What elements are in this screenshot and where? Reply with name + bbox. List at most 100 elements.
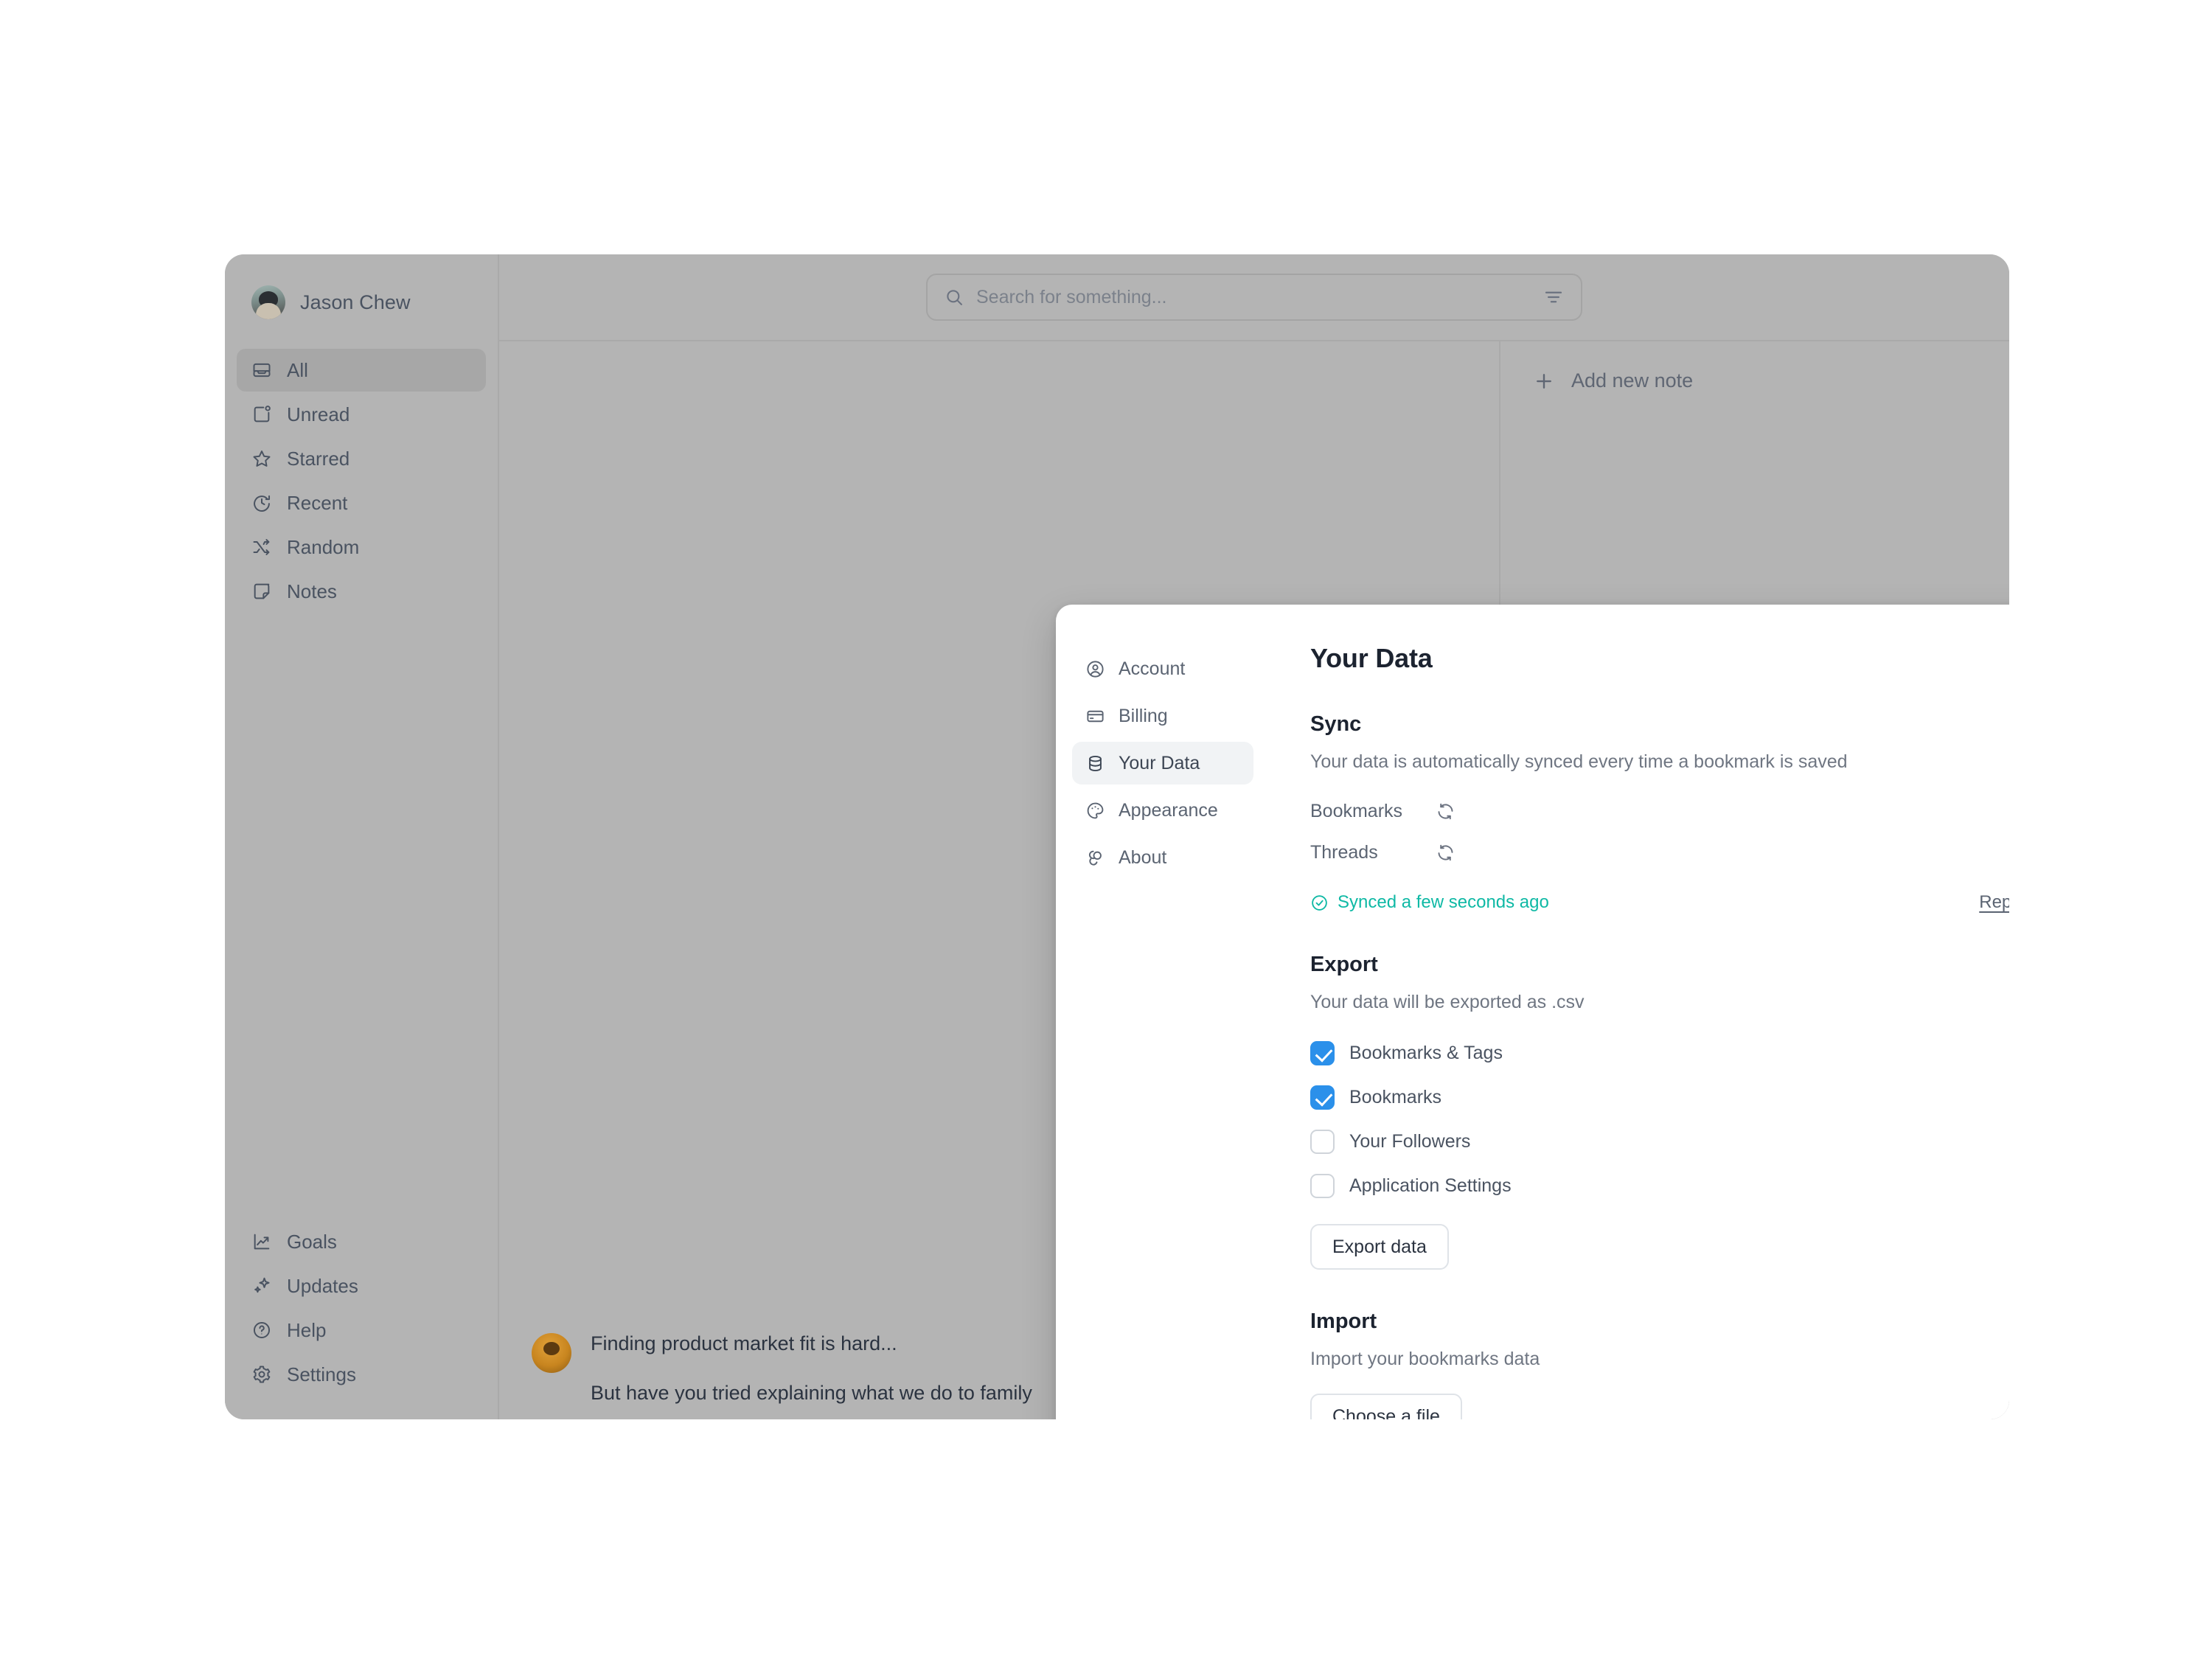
checkbox[interactable] (1310, 1085, 1335, 1110)
user-profile[interactable]: Jason Chew (225, 275, 498, 330)
note-icon (251, 581, 272, 602)
sync-row-bookmarks: Bookmarks (1310, 790, 2009, 832)
export-option-label: Your Followers (1349, 1130, 1471, 1152)
settings-nav-label: Account (1119, 658, 1186, 679)
sidebar-item-updates[interactable]: Updates (237, 1265, 486, 1307)
sidebar-item-all[interactable]: All (237, 349, 486, 392)
checkbox[interactable] (1310, 1040, 1335, 1065)
export-option-bookmarks-tags[interactable]: Bookmarks & Tags (1310, 1031, 2009, 1075)
sidebar-item-label: Goals (287, 1230, 337, 1253)
export-option-label: Bookmarks & Tags (1349, 1042, 1503, 1063)
inbox-icon (251, 360, 272, 380)
settings-nav-account[interactable]: Account (1072, 647, 1253, 690)
sidebar-item-label: Unread (287, 403, 350, 425)
star-icon (251, 448, 272, 469)
export-description: Your data will be exported as .csv (1310, 992, 1585, 1012)
sidebar-nav: All Unread Starred Recent Random Notes (225, 349, 498, 613)
sync-row-label: Bookmarks (1310, 800, 1403, 821)
credit-card-icon (1085, 706, 1105, 726)
sync-status-text: Synced a few seconds ago (1338, 892, 1549, 912)
sidebar-item-label: Starred (287, 447, 350, 470)
sparkles-icon (251, 1276, 272, 1296)
settings-nav-your-data[interactable]: Your Data (1072, 742, 1253, 785)
filter-icon[interactable] (1543, 286, 1565, 308)
post-avatar (532, 1332, 571, 1373)
shuffle-icon (251, 537, 272, 557)
sidebar: Jason Chew All Unread Starred Recent Ran… (225, 254, 499, 1419)
sidebar-item-notes[interactable]: Notes (237, 570, 486, 613)
sidebar-bottom-nav: Goals Updates Help Settings (225, 1220, 498, 1400)
choose-a-file-button[interactable]: Choose a file (1310, 1394, 1462, 1419)
palette-icon (1085, 801, 1105, 821)
import-heading: Import (1310, 1310, 1377, 1333)
export-option-your-followers[interactable]: Your Followers (1310, 1119, 2009, 1164)
sync-description: Your data is automatically synced every … (1310, 751, 1848, 772)
report-sync-issues-link[interactable]: Report sync issues (1979, 892, 2009, 913)
plus-icon (1533, 370, 1555, 392)
sidebar-item-label: Help (287, 1318, 327, 1341)
sidebar-item-label: Random (287, 535, 360, 558)
export-option-bookmarks[interactable]: Bookmarks (1310, 1075, 2009, 1119)
database-icon (1085, 754, 1105, 773)
search-box[interactable] (926, 274, 1582, 321)
sidebar-item-help[interactable]: Help (237, 1309, 486, 1352)
search-input[interactable] (976, 286, 1531, 308)
settings-nav-about[interactable]: About (1072, 836, 1253, 879)
checkbox[interactable] (1310, 1173, 1335, 1198)
sidebar-item-label: All (287, 358, 308, 381)
search-icon (944, 287, 964, 307)
gear-icon (251, 1364, 272, 1385)
post-line-2: But have you tried explaining what we do… (591, 1382, 1032, 1405)
checkbox[interactable] (1310, 1129, 1335, 1154)
status-badge: Synced a few seconds ago (1310, 892, 1549, 913)
main-area: Finding product market fit is hard... Bu… (499, 254, 2009, 1419)
sync-row-label: Threads (1310, 841, 1378, 863)
export-data-button[interactable]: Export data (1310, 1224, 1449, 1270)
settings-modal: Account Billing Your Data Appearance Abo… (1056, 605, 2009, 1419)
settings-nav-appearance[interactable]: Appearance (1072, 789, 1253, 832)
chart-line-icon (251, 1231, 272, 1252)
avatar (251, 285, 285, 319)
settings-body: Your Data Sync Your data is automaticall… (1270, 605, 2009, 1419)
sidebar-item-random[interactable]: Random (237, 526, 486, 568)
sync-status-row: Synced a few seconds ago Report sync iss… (1310, 892, 2009, 913)
sync-row-threads: Threads (1310, 832, 2009, 873)
sidebar-item-starred[interactable]: Starred (237, 437, 486, 480)
refresh-icon[interactable] (1436, 801, 1455, 821)
refresh-icon[interactable] (1436, 843, 1455, 863)
settings-nav-label: Appearance (1119, 799, 1218, 821)
sidebar-item-recent[interactable]: Recent (237, 481, 486, 524)
logo-icon (1085, 848, 1105, 868)
settings-nav-label: Billing (1119, 705, 1168, 726)
sidebar-item-label: Settings (287, 1363, 356, 1385)
import-description: Import your bookmarks data (1310, 1349, 1540, 1369)
user-circle-icon (1085, 659, 1105, 679)
sidebar-item-settings[interactable]: Settings (237, 1353, 486, 1396)
export-option-application-settings[interactable]: Application Settings (1310, 1164, 2009, 1208)
clock-history-icon (251, 493, 272, 513)
sidebar-item-label: Recent (287, 491, 348, 514)
export-option-label: Bookmarks (1349, 1086, 1442, 1107)
check-circle-icon (1310, 894, 1329, 912)
sidebar-item-label: Updates (287, 1274, 358, 1297)
unread-icon (251, 404, 272, 425)
settings-nav-billing[interactable]: Billing (1072, 695, 1253, 737)
user-name: Jason Chew (300, 291, 411, 313)
page-title: Your Data (1310, 643, 1433, 673)
post-line-1: Finding product market fit is hard... (591, 1332, 897, 1354)
sidebar-item-label: Notes (287, 580, 337, 602)
settings-nav-label: Your Data (1119, 752, 1200, 773)
post-body: Finding product market fit is hard... Bu… (591, 1330, 1032, 1407)
app-window: Jason Chew All Unread Starred Recent Ran… (225, 254, 2009, 1419)
settings-nav-label: About (1119, 846, 1167, 868)
sync-heading: Sync (1310, 712, 1362, 736)
add-new-note-button[interactable]: Add new note (1533, 369, 2009, 392)
sidebar-item-unread[interactable]: Unread (237, 393, 486, 436)
export-option-label: Application Settings (1349, 1175, 1512, 1196)
sidebar-item-goals[interactable]: Goals (237, 1220, 486, 1263)
